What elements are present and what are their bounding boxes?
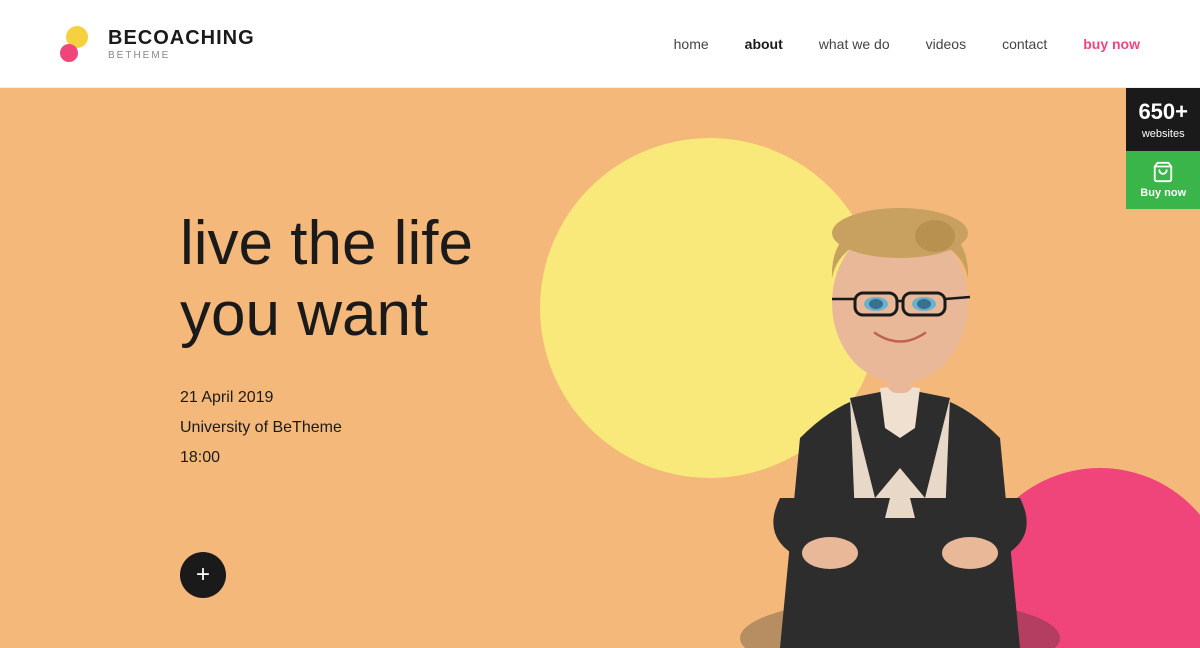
buy-now-label: Buy now [1140,187,1186,199]
website-count: 650+ [1138,98,1188,127]
logo-area: BECOACHING BETHEME [60,26,255,62]
main-nav: home about what we do videos contact buy… [674,36,1140,52]
logo-title: BECOACHING [108,27,255,50]
logo-dots [60,26,96,62]
hero-time: 18:00 [180,443,473,473]
nav-buy-now[interactable]: buy now [1083,36,1140,52]
header: BECOACHING BETHEME home about what we do… [0,0,1200,88]
logo-subtitle: BETHEME [108,50,255,61]
hero-content: live the life you want 21 April 2019 Uni… [180,208,473,474]
side-panel: 650+ websites Buy now [1126,88,1200,209]
hero-details: 21 April 2019 University of BeTheme 18:0… [180,383,473,474]
nav-videos[interactable]: videos [926,36,966,52]
nav-contact[interactable]: contact [1002,36,1047,52]
hero-heading: live the life you want [180,208,473,351]
hero-heading-line2: you want [180,280,428,349]
side-panel-websites: 650+ websites [1126,88,1200,151]
logo-dot-pink [60,44,78,62]
shopping-bag-icon [1152,161,1174,183]
plus-button[interactable]: + [180,552,226,598]
hero-person-illustration [680,118,1120,648]
nav-what-we-do[interactable]: what we do [819,36,890,52]
logo-text: BECOACHING BETHEME [108,27,255,61]
hero-section: live the life you want 21 April 2019 Uni… [0,88,1200,648]
side-panel-buy-button[interactable]: Buy now [1126,151,1200,209]
hero-heading-line1: live the life [180,209,473,278]
hero-location: University of BeTheme [180,413,473,443]
websites-label: websites [1142,128,1185,140]
nav-about[interactable]: about [745,36,783,52]
nav-home[interactable]: home [674,36,709,52]
hero-date: 21 April 2019 [180,383,473,413]
